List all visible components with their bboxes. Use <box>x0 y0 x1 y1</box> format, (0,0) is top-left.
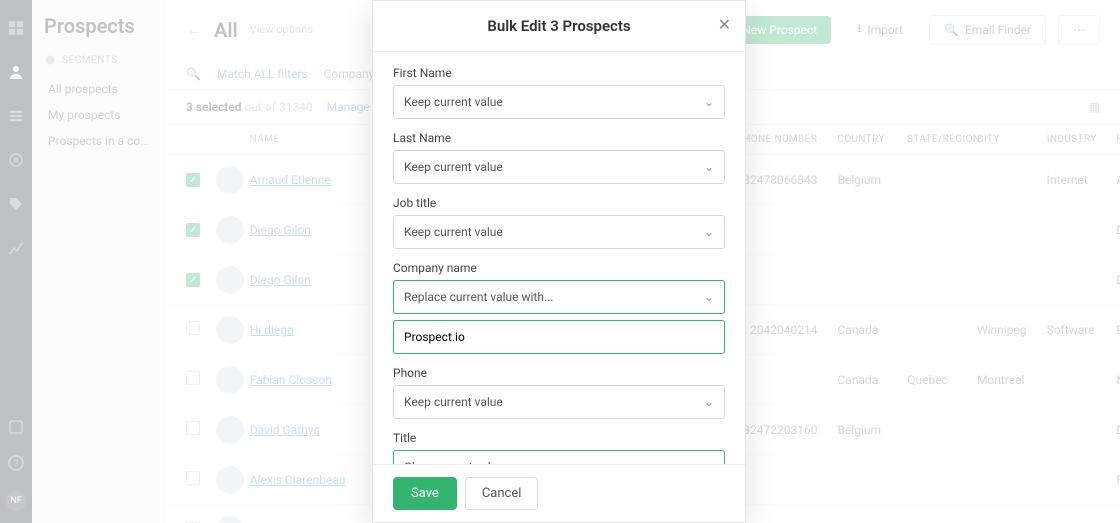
last-name-select[interactable]: Keep current value⌄ <box>393 150 725 184</box>
bulk-edit-modal: Bulk Edit 3 Prospects ✕ First Name Keep … <box>372 0 746 523</box>
modal-title: Bulk Edit 3 Prospects <box>487 17 630 35</box>
company-name-input[interactable] <box>393 320 725 354</box>
modal-header: Bulk Edit 3 Prospects ✕ <box>373 1 745 52</box>
job-title-select[interactable]: Keep current value⌄ <box>393 215 725 249</box>
title-select[interactable]: Clear current value⌄ <box>393 450 725 464</box>
first-name-select[interactable]: Keep current value⌄ <box>393 85 725 119</box>
company-name-select[interactable]: Replace current value with...⌄ <box>393 280 725 314</box>
phone-select[interactable]: Keep current value⌄ <box>393 385 725 419</box>
close-icon[interactable]: ✕ <box>718 15 731 34</box>
modal-body: First Name Keep current value⌄ Last Name… <box>373 52 745 464</box>
save-button[interactable]: Save <box>393 477 457 510</box>
cancel-button[interactable]: Cancel <box>465 477 539 510</box>
modal-footer: Save Cancel <box>373 464 745 522</box>
